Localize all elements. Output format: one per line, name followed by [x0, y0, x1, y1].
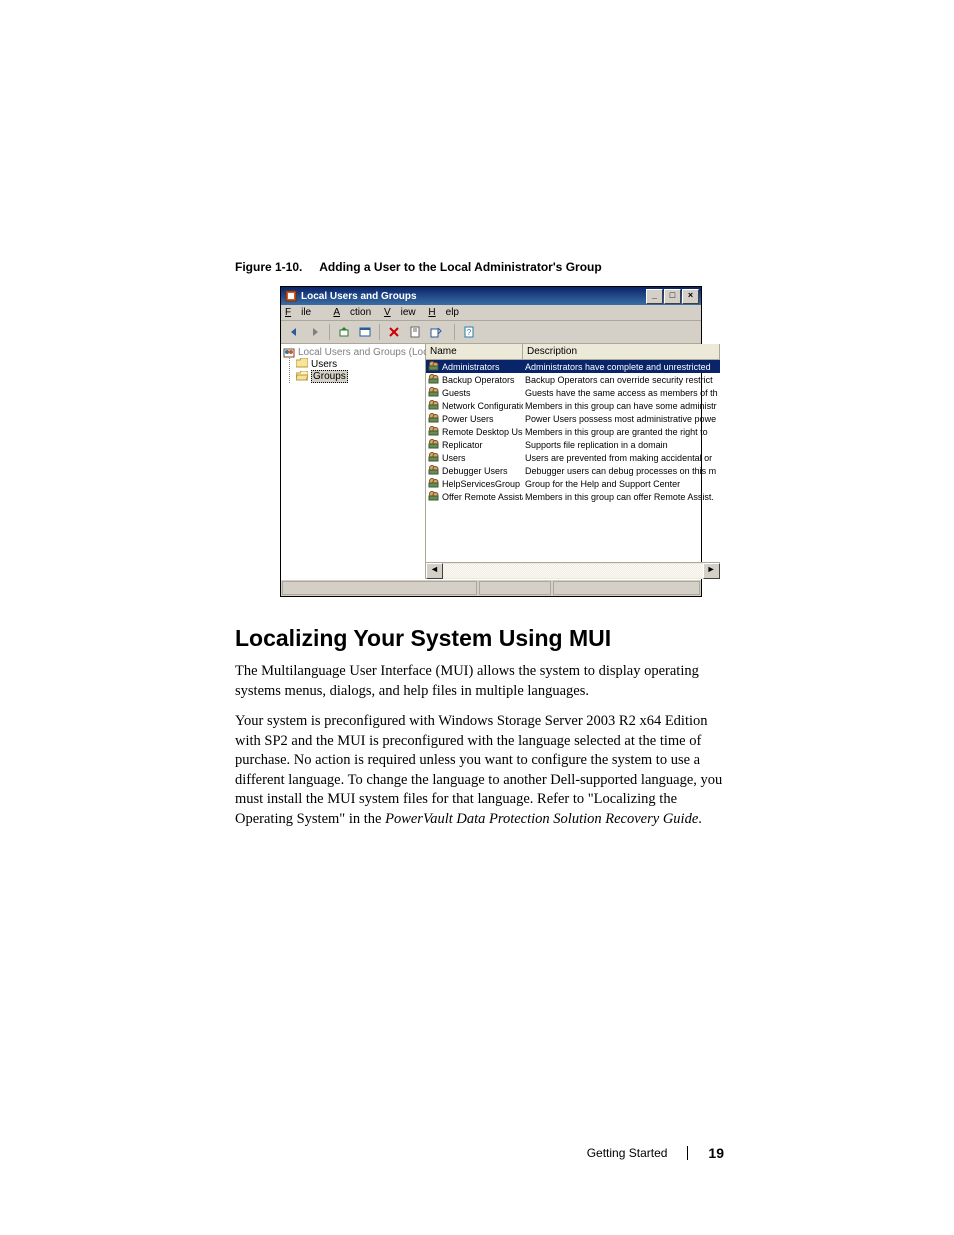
- paragraph-1: The Multilanguage User Interface (MUI) a…: [235, 662, 724, 701]
- cell-description: Guests have the same access as members o…: [523, 388, 720, 398]
- cell-description: Members in this group are granted the ri…: [523, 427, 720, 437]
- figure-number: Figure 1-10.: [235, 260, 302, 274]
- help-button[interactable]: ?: [460, 323, 478, 341]
- cell-description: Administrators have complete and unrestr…: [523, 362, 720, 372]
- page-footer: Getting Started 19: [587, 1145, 724, 1161]
- cell-name: Guests: [426, 386, 523, 399]
- folder-icon: [296, 358, 308, 370]
- tree-users[interactable]: Users: [296, 358, 423, 370]
- cell-name: Offer Remote Assistanc...: [426, 490, 523, 503]
- group-icon: [428, 386, 439, 399]
- list-header: Name Description: [426, 344, 720, 360]
- tree-groups-label: Groups: [311, 370, 348, 383]
- statusbar: [281, 579, 701, 596]
- users-groups-icon: [283, 346, 295, 358]
- export-button[interactable]: [427, 323, 445, 341]
- list-row[interactable]: GuestsGuests have the same access as mem…: [426, 386, 720, 399]
- para2-text-c: .: [698, 811, 702, 827]
- scroll-track[interactable]: [443, 564, 703, 578]
- cell-description: Group for the Help and Support Center: [523, 479, 720, 489]
- back-button[interactable]: [285, 323, 303, 341]
- tree-pane: Local Users and Groups (Local) Users Gro…: [281, 344, 426, 579]
- col-description[interactable]: Description: [523, 344, 720, 359]
- maximize-button[interactable]: □: [664, 289, 681, 304]
- titlebar[interactable]: Local Users and Groups _ □ ×: [281, 287, 701, 305]
- section-heading: Localizing Your System Using MUI: [235, 625, 724, 652]
- folder-open-icon: [296, 371, 308, 383]
- properties-button[interactable]: [406, 323, 424, 341]
- cell-name: Users: [426, 451, 523, 464]
- tree-root-label: Local Users and Groups (Local): [298, 347, 439, 358]
- cell-name: HelpServicesGroup: [426, 477, 523, 490]
- svg-text:?: ?: [467, 328, 472, 337]
- cell-name: Backup Operators: [426, 373, 523, 386]
- menu-view[interactable]: View: [384, 307, 416, 318]
- figure-caption: Figure 1-10. Adding a User to the Local …: [235, 260, 724, 274]
- cell-name: Debugger Users: [426, 464, 523, 477]
- list-row[interactable]: HelpServicesGroupGroup for the Help and …: [426, 477, 720, 490]
- group-icon: [428, 438, 439, 451]
- group-icon: [428, 464, 439, 477]
- group-icon: [428, 360, 439, 373]
- list-row[interactable]: Backup OperatorsBackup Operators can ove…: [426, 373, 720, 386]
- forward-button[interactable]: [306, 323, 324, 341]
- show-hide-button[interactable]: [356, 323, 374, 341]
- list-body: AdministratorsAdministrators have comple…: [426, 360, 720, 562]
- close-button[interactable]: ×: [682, 289, 699, 304]
- tree-users-label: Users: [311, 359, 337, 370]
- scroll-left-button[interactable]: ◄: [426, 563, 443, 579]
- menu-file[interactable]: File: [285, 307, 321, 318]
- list-row[interactable]: Power UsersPower Users possess most admi…: [426, 412, 720, 425]
- list-row[interactable]: Network Configuration ...Members in this…: [426, 399, 720, 412]
- group-icon: [428, 425, 439, 438]
- cell-name: Network Configuration ...: [426, 399, 523, 412]
- page-number: 19: [708, 1145, 724, 1161]
- delete-button[interactable]: [385, 323, 403, 341]
- list-row[interactable]: Remote Desktop UsersMembers in this grou…: [426, 425, 720, 438]
- minimize-button[interactable]: _: [646, 289, 663, 304]
- group-icon: [428, 490, 439, 503]
- list-row[interactable]: AdministratorsAdministrators have comple…: [426, 360, 720, 373]
- group-icon: [428, 451, 439, 464]
- cell-description: Members in this group can have some admi…: [523, 401, 720, 411]
- scroll-right-button[interactable]: ►: [703, 563, 720, 579]
- cell-description: Power Users possess most administrative …: [523, 414, 720, 424]
- list-row[interactable]: ReplicatorSupports file replication in a…: [426, 438, 720, 451]
- para2-text-a: Your system is preconfigured with Window…: [235, 713, 722, 827]
- cell-description: Backup Operators can override security r…: [523, 375, 720, 385]
- group-icon: [428, 373, 439, 386]
- list-row[interactable]: UsersUsers are prevented from making acc…: [426, 451, 720, 464]
- menu-action[interactable]: Action: [333, 307, 371, 318]
- cell-description: Users are prevented from making accident…: [523, 453, 720, 463]
- toolbar: ?: [281, 321, 701, 344]
- app-icon: [285, 290, 297, 302]
- group-icon: [428, 399, 439, 412]
- menubar: File Action View Help: [281, 305, 701, 321]
- list-row[interactable]: Debugger UsersDebugger users can debug p…: [426, 464, 720, 477]
- up-button[interactable]: [335, 323, 353, 341]
- mmc-window: Local Users and Groups _ □ × File Action…: [280, 286, 702, 597]
- group-icon: [428, 412, 439, 425]
- cell-description: Debugger users can debug processes on th…: [523, 466, 720, 476]
- footer-divider: [687, 1146, 688, 1160]
- cell-name: Power Users: [426, 412, 523, 425]
- figure-title: Adding a User to the Local Administrator…: [319, 260, 601, 274]
- tree-groups[interactable]: Groups: [296, 370, 423, 383]
- footer-section: Getting Started: [587, 1146, 668, 1160]
- cell-description: Supports file replication in a domain: [523, 440, 720, 450]
- para2-citation: PowerVault Data Protection Solution Reco…: [385, 811, 698, 827]
- tree-root[interactable]: Local Users and Groups (Local): [283, 346, 423, 358]
- horizontal-scrollbar[interactable]: ◄ ►: [426, 562, 720, 579]
- cell-name: Remote Desktop Users: [426, 425, 523, 438]
- col-name[interactable]: Name: [426, 344, 523, 359]
- cell-name: Administrators: [426, 360, 523, 373]
- group-icon: [428, 477, 439, 490]
- window-title: Local Users and Groups: [301, 291, 645, 302]
- paragraph-2: Your system is preconfigured with Window…: [235, 712, 724, 829]
- menu-help[interactable]: Help: [428, 307, 459, 318]
- cell-name: Replicator: [426, 438, 523, 451]
- list-row[interactable]: Offer Remote Assistanc...Members in this…: [426, 490, 720, 503]
- list-pane: Name Description AdministratorsAdministr…: [426, 344, 720, 579]
- cell-description: Members in this group can offer Remote A…: [523, 492, 720, 502]
